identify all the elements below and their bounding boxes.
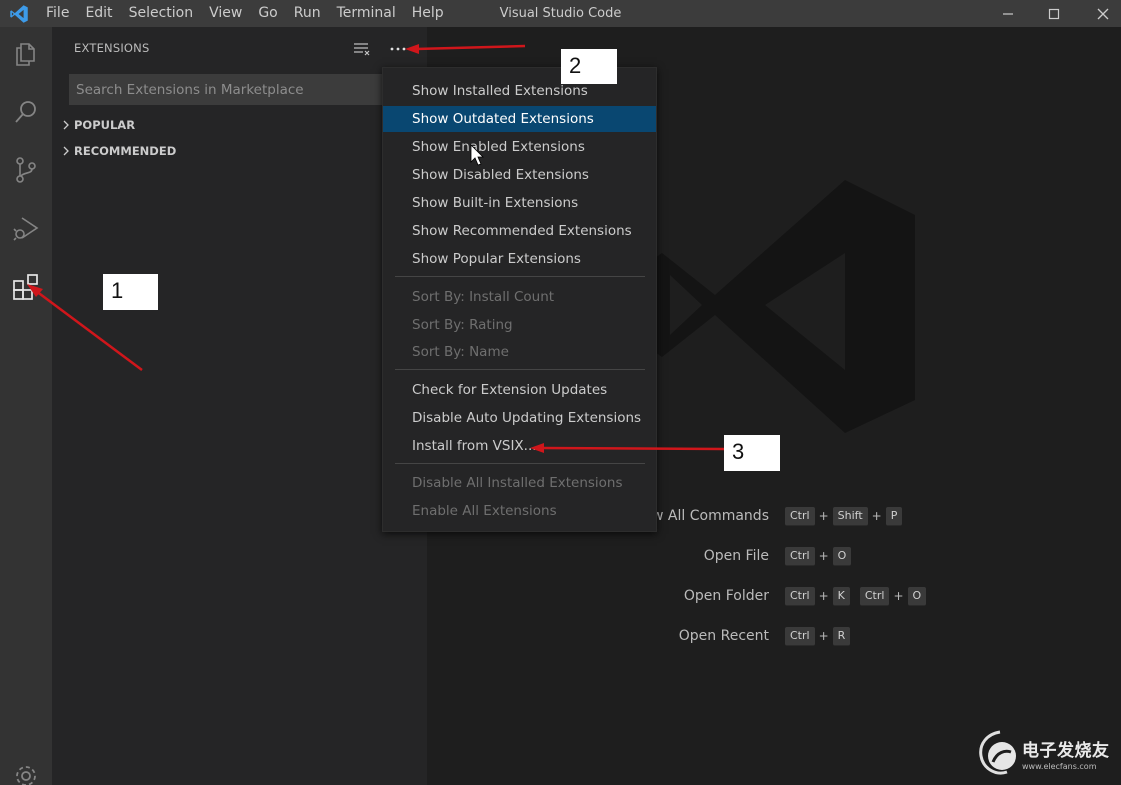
brand-logo-icon — [979, 730, 1016, 775]
explorer-icon — [16, 43, 35, 66]
menu-edit[interactable]: Edit — [77, 0, 120, 27]
menu-item-sort-install-count: Sort By: Install Count — [412, 289, 555, 305]
menu-separator — [395, 369, 645, 370]
key: Ctrl — [785, 546, 815, 566]
extensions-sidebar: EXTENSIONS POPULAR RECOMMENDED — [52, 27, 427, 785]
menu-help[interactable]: Help — [404, 0, 452, 27]
activity-manage[interactable] — [0, 762, 52, 785]
key: R — [832, 626, 851, 646]
sidebar-title: EXTENSIONS — [74, 41, 150, 55]
key: O — [907, 586, 927, 606]
key: Shift — [832, 506, 868, 526]
settings-gear-icon — [16, 766, 36, 785]
section-recommended-label: RECOMMENDED — [74, 144, 177, 158]
source-control-icon — [16, 157, 36, 183]
shortcut-label: Open Recent — [678, 628, 769, 644]
clear-all-icon — [354, 43, 370, 56]
search-extensions-input[interactable] — [69, 74, 384, 105]
shortcut-keys: Ctrl + Shift + P — [785, 505, 903, 527]
vscode-watermark-icon — [645, 180, 915, 433]
activity-run-debug[interactable] — [0, 204, 52, 252]
key: P — [885, 506, 903, 526]
annotation-label-3: 3 — [724, 435, 780, 471]
menu-separator — [395, 463, 645, 464]
key: O — [832, 546, 852, 566]
shortcut-keys: Ctrl + R — [785, 625, 851, 647]
menu-item-show-popular[interactable]: Show Popular Extensions — [383, 246, 656, 272]
chevron-right-icon — [58, 117, 74, 133]
menu-file[interactable]: File — [38, 0, 77, 27]
section-recommended[interactable]: RECOMMENDED — [58, 140, 176, 162]
chevron-right-icon — [58, 143, 74, 159]
close-icon — [1097, 8, 1109, 19]
shortcut-keys: Ctrl + K Ctrl + O — [785, 585, 927, 607]
menu-item-check-updates[interactable]: Check for Extension Updates — [383, 377, 656, 403]
annotation-label-2: 2 — [561, 49, 617, 84]
activity-search[interactable] — [0, 88, 52, 136]
vscode-logo-icon — [10, 5, 28, 23]
menu-selection[interactable]: Selection — [121, 0, 202, 27]
menu-terminal[interactable]: Terminal — [329, 0, 404, 27]
menu-item-sort-rating: Sort By: Rating — [412, 317, 513, 333]
key-plus: + — [818, 589, 829, 603]
menu-run[interactable]: Run — [286, 0, 329, 27]
menu-item-install-from-vsix[interactable]: Install from VSIX... — [383, 433, 656, 459]
key: Ctrl — [785, 586, 815, 606]
key-plus: + — [818, 629, 829, 643]
menu-item-show-disabled[interactable]: Show Disabled Extensions — [383, 162, 656, 188]
maximize-icon — [1048, 8, 1060, 19]
section-popular[interactable]: POPULAR — [58, 114, 135, 136]
shortcut-label: Open File — [703, 548, 769, 564]
more-actions-button[interactable] — [388, 39, 408, 59]
brand-name: 电子发烧友 — [1022, 741, 1110, 761]
menu-item-disable-auto-update[interactable]: Disable Auto Updating Extensions — [383, 405, 656, 431]
extensions-context-menu: Show Installed Extensions Show Outdated … — [382, 67, 657, 532]
menu-view[interactable]: View — [201, 0, 250, 27]
brand-url: www.elecfans.com — [1022, 762, 1097, 771]
key-plus: + — [818, 509, 829, 523]
shortcut-label: Open Folder — [683, 588, 769, 604]
menu-item-disable-all: Disable All Installed Extensions — [412, 475, 623, 491]
maximize-button[interactable] — [1031, 0, 1077, 27]
menu-separator — [395, 276, 645, 277]
title-bar: File Edit Selection View Go Run Terminal… — [0, 0, 1121, 27]
extensions-icon — [13, 274, 38, 300]
shortcut-label: w All Commands — [652, 508, 769, 524]
shortcut-row-open-file: Open File Ctrl + O — [0, 545, 1121, 567]
close-button[interactable] — [1080, 0, 1121, 27]
menu-bar: File Edit Selection View Go Run Terminal… — [38, 0, 452, 27]
key: Ctrl — [859, 586, 890, 606]
menu-item-show-enabled[interactable]: Show Enabled Extensions — [383, 134, 656, 160]
shortcut-keys: Ctrl + O — [785, 545, 852, 567]
activity-bar — [0, 27, 52, 785]
menu-item-show-outdated[interactable]: Show Outdated Extensions — [383, 106, 656, 132]
menu-item-show-builtin[interactable]: Show Built-in Extensions — [383, 190, 656, 216]
brand-watermark: 电子发烧友 www.elecfans.com — [975, 728, 1115, 780]
shortcut-row-open-folder: Open Folder Ctrl + K Ctrl + O — [0, 585, 1121, 607]
activity-source-control[interactable] — [0, 146, 52, 194]
menu-item-enable-all: Enable All Extensions — [412, 503, 557, 519]
activity-explorer[interactable] — [0, 30, 52, 78]
key-plus: + — [893, 589, 904, 603]
menu-item-sort-name: Sort By: Name — [412, 344, 509, 360]
key: K — [832, 586, 850, 606]
run-debug-icon — [13, 217, 39, 241]
activity-extensions[interactable] — [0, 263, 52, 311]
annotation-label-1: 1 — [103, 274, 158, 310]
key-plus: + — [818, 549, 829, 563]
minimize-icon — [1003, 12, 1013, 15]
minimize-button[interactable] — [985, 0, 1031, 27]
key: Ctrl — [785, 626, 815, 646]
key-plus: + — [871, 509, 882, 523]
section-popular-label: POPULAR — [74, 118, 136, 132]
menu-go[interactable]: Go — [250, 0, 285, 27]
key: Ctrl — [785, 506, 815, 526]
search-icon — [15, 101, 36, 123]
shortcut-row-open-recent: Open Recent Ctrl + R — [0, 625, 1121, 647]
menu-item-show-recommended[interactable]: Show Recommended Extensions — [383, 218, 656, 244]
ellipsis-icon — [390, 47, 406, 51]
clear-extensions-button[interactable] — [352, 39, 372, 59]
